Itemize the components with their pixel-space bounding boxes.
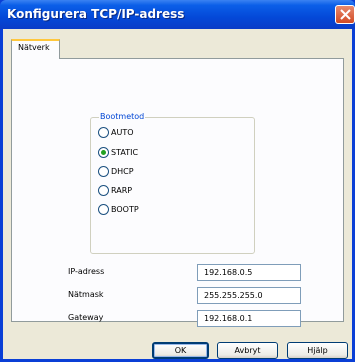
radio-static[interactable]: STATIC (98, 147, 218, 161)
bootmethod-legend: Bootmetod (99, 112, 146, 121)
netmask-input[interactable]: 255.255.255.0 (197, 287, 301, 304)
ip-address-input[interactable]: 192.168.0.5 (197, 264, 301, 281)
bootmethod-group: Bootmetod AUTO STATIC DHCP RARP BOOTP (90, 112, 255, 254)
ip-address-label: IP-adress (68, 267, 105, 276)
close-button[interactable] (335, 5, 355, 24)
cancel-button[interactable]: Avbryt (217, 342, 278, 359)
radio-rarp[interactable]: RARP (98, 185, 218, 199)
gateway-input[interactable]: 192.168.0.1 (197, 310, 301, 327)
radio-label: DHCP (111, 167, 134, 176)
dialog-client: Nätverk Bootmetod AUTO STATIC DHCP RARP … (3, 29, 352, 359)
radio-button[interactable] (98, 204, 109, 215)
radio-button[interactable] (98, 185, 109, 196)
close-icon (340, 9, 351, 20)
radio-bootp[interactable]: BOOTP (98, 204, 218, 218)
title-bar[interactable]: Konfigurera TCP/IP-adress (0, 0, 355, 29)
radio-button[interactable] (98, 166, 109, 177)
tab-network[interactable]: Nätverk (11, 39, 60, 59)
tab-panel: Bootmetod AUTO STATIC DHCP RARP BOOTP IP… (11, 58, 344, 327)
window-title: Konfigurera TCP/IP-adress (7, 7, 185, 21)
help-button[interactable]: Hjälp (287, 342, 348, 359)
radio-label: BOOTP (111, 205, 139, 214)
radio-label: RARP (111, 186, 133, 195)
radio-label: AUTO (111, 128, 134, 137)
radio-selected-dot (101, 150, 106, 155)
radio-button[interactable] (98, 147, 109, 158)
dialog-window: Konfigurera TCP/IP-adress Nätverk Bootme… (0, 0, 355, 362)
radio-label: STATIC (111, 148, 139, 157)
radio-button[interactable] (98, 127, 109, 138)
radio-auto[interactable]: AUTO (98, 127, 218, 141)
tab-network-label: Nätverk (18, 43, 50, 52)
gateway-label: Gateway (68, 313, 104, 322)
radio-dhcp[interactable]: DHCP (98, 166, 218, 180)
netmask-label: Nätmask (68, 290, 104, 299)
ok-button[interactable]: OK (152, 342, 209, 359)
